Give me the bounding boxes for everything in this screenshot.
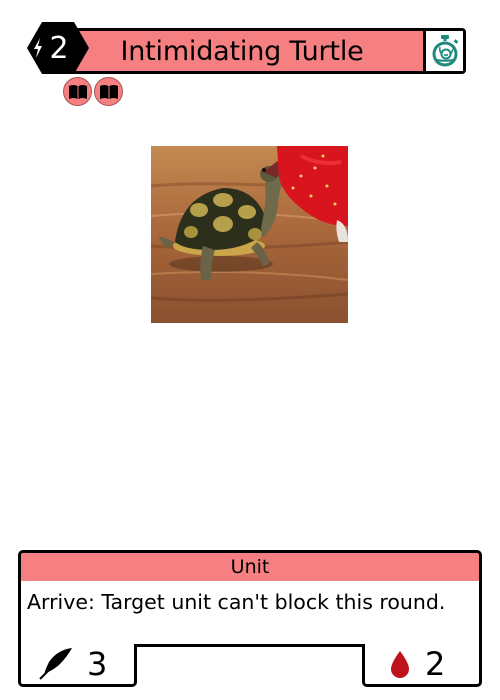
power-stat: 3 <box>18 644 137 687</box>
health-value: 2 <box>425 645 446 683</box>
card-name: Intimidating Turtle <box>120 35 364 67</box>
card-ability-text: Arrive: Target unit can't block this rou… <box>18 581 482 647</box>
card-type: Unit <box>18 550 482 583</box>
title-bar: Intimidating Turtle <box>58 28 466 74</box>
tag-row <box>63 77 123 106</box>
card-cost: 2 <box>49 31 69 66</box>
tag-badge <box>94 77 123 106</box>
speed-indicator <box>423 31 463 71</box>
book-icon <box>68 84 87 99</box>
card-art <box>151 146 348 323</box>
tag-badge <box>63 77 92 106</box>
quill-icon <box>39 648 72 680</box>
power-value: 3 <box>87 645 108 683</box>
turtle-illustration <box>151 146 348 323</box>
book-icon <box>99 84 118 99</box>
blood-drop-icon <box>391 651 409 678</box>
lightning-icon <box>34 38 42 58</box>
snail-stopwatch-icon <box>432 35 458 67</box>
health-stat: 2 <box>362 644 482 687</box>
